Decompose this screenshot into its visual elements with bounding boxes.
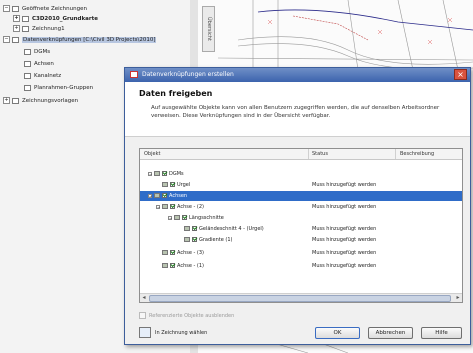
row-checkbox[interactable]	[170, 263, 175, 268]
alignment-icon	[162, 250, 168, 255]
profile-icon	[174, 215, 180, 220]
row-checkbox[interactable]	[170, 182, 175, 187]
row-status: Muss hinzugefügt werden	[312, 250, 377, 256]
row-name: Geländeschnitt 4 - (Urgel)	[199, 226, 264, 232]
pipe-network-icon	[24, 72, 31, 79]
tree-item-view-frame-groups[interactable]: Planrahmen-Gruppen	[24, 83, 93, 93]
tree-item-data-shortcuts[interactable]: − Datenverknüpfungen [C:\Civil 3D Project…	[3, 35, 157, 45]
cancel-button[interactable]: Abbrechen	[368, 327, 413, 339]
hide-referenced-checkbox[interactable]	[139, 312, 146, 319]
hide-referenced-label: Referenzierte Objekte ausblenden	[149, 313, 235, 319]
collapse-icon[interactable]: −	[3, 5, 10, 12]
row-name: Achse - (1)	[177, 263, 204, 269]
alignment-icon	[154, 193, 160, 198]
column-separator[interactable]	[308, 149, 309, 159]
surface-icon	[154, 171, 160, 176]
row-checkbox[interactable]	[162, 193, 167, 198]
dialog-titlebar[interactable]: Datenverknüpfungen erstellen ×	[125, 68, 470, 82]
grid-row[interactable]: Urgel Muss hinzugefügt werden	[140, 180, 462, 190]
hide-referenced-objects-option[interactable]: Referenzierte Objekte ausblenden	[139, 312, 234, 319]
help-button[interactable]: Hilfe	[421, 327, 462, 339]
row-checkbox[interactable]	[192, 237, 197, 242]
row-checkbox[interactable]	[192, 226, 197, 231]
grid-row[interactable]: − DGMs	[140, 169, 462, 179]
row-name: Achse - (3)	[177, 250, 204, 256]
tree-item-drawing-grundkarte[interactable]: + C3D2010_Grundkarte	[13, 14, 98, 24]
row-name: Achse - (2)	[177, 204, 204, 210]
tree-item-drawing1[interactable]: + Zeichnung1	[13, 24, 65, 34]
alignment-icon	[162, 204, 168, 209]
row-name: Achsen	[169, 193, 188, 199]
row-checkbox[interactable]	[162, 171, 167, 176]
expand-icon[interactable]: +	[3, 97, 10, 104]
column-separator[interactable]	[395, 149, 396, 159]
column-header-status[interactable]: Status	[312, 149, 328, 159]
dialog-header: Daten freigeben Auf ausgewählte Objekte …	[125, 82, 470, 137]
data-shortcuts-icon	[12, 36, 19, 43]
select-in-drawing-label: In Zeichnung wählen	[155, 330, 208, 336]
tree-item-surfaces[interactable]: DGMs	[24, 47, 50, 57]
row-checkbox[interactable]	[170, 204, 175, 209]
row-name: Längsschnitte	[189, 215, 224, 221]
scroll-left-icon[interactable]: ◂	[140, 294, 148, 302]
close-icon: ×	[457, 70, 464, 79]
row-status: Muss hinzugefügt werden	[312, 226, 377, 232]
tree-item-alignments[interactable]: Achsen	[24, 59, 54, 69]
alignment-icon	[162, 263, 168, 268]
column-header-description[interactable]: Beschreibung	[400, 149, 434, 159]
grid-row-selected[interactable]: − Achsen	[140, 191, 462, 201]
create-data-shortcuts-dialog: Datenverknüpfungen erstellen × Daten fre…	[124, 67, 471, 345]
collapse-icon[interactable]: −	[3, 36, 10, 43]
close-button[interactable]: ×	[454, 69, 467, 80]
profile-icon	[184, 226, 190, 231]
drawing-icon	[22, 15, 29, 22]
alignment-icon	[24, 60, 31, 67]
column-header-object[interactable]: Objekt	[144, 149, 160, 159]
row-name: Gradiente (1)	[199, 237, 233, 243]
drawing-icon	[22, 25, 29, 32]
grid-row[interactable]: Geländeschnitt 4 - (Urgel) Muss hinzugef…	[140, 224, 462, 234]
objects-grid: Objekt Status Beschreibung − DGMs Urgel M…	[139, 148, 463, 303]
expand-icon[interactable]: +	[13, 25, 20, 32]
template-icon	[12, 97, 19, 104]
view-frame-icon	[24, 84, 31, 91]
grid-row[interactable]: − Achse - (2) Muss hinzugefügt werden	[140, 202, 462, 212]
tree-item-pipe-network[interactable]: Kanalnetz	[24, 71, 61, 81]
tree-item-open-drawings[interactable]: − Geöffnete Zeichnungen	[3, 4, 87, 14]
surface-icon	[24, 48, 31, 55]
row-name: DGMs	[169, 171, 184, 177]
collapse-icon[interactable]: −	[148, 193, 152, 198]
collapse-icon[interactable]: −	[148, 171, 152, 176]
scrollbar-thumb[interactable]	[149, 295, 451, 302]
dialog-description: Auf ausgewählte Objekte kann von allen B…	[151, 105, 440, 119]
select-in-drawing-icon	[139, 327, 151, 338]
drawing-side-tab[interactable]: Übersicht	[202, 6, 215, 52]
dialog-heading: Daten freigeben	[139, 89, 213, 98]
row-name: Urgel	[177, 182, 191, 188]
row-status: Muss hinzugefügt werden	[312, 237, 377, 243]
select-in-drawing-button[interactable]: In Zeichnung wählen	[139, 327, 207, 338]
collapse-icon[interactable]: −	[156, 204, 160, 209]
scroll-right-icon[interactable]: ▸	[454, 294, 462, 302]
grid-row[interactable]: Achse - (1) Muss hinzugefügt werden	[140, 261, 462, 271]
profile-icon	[184, 237, 190, 242]
collapse-icon[interactable]: −	[168, 215, 172, 220]
expand-icon[interactable]: +	[13, 15, 20, 22]
app-icon	[130, 71, 138, 78]
row-checkbox[interactable]	[182, 215, 187, 220]
grid-row[interactable]: Gradiente (1) Muss hinzugefügt werden	[140, 235, 462, 245]
row-status: Muss hinzugefügt werden	[312, 182, 377, 188]
grid-row[interactable]: Achse - (3) Muss hinzugefügt werden	[140, 248, 462, 258]
row-status: Muss hinzugefügt werden	[312, 204, 377, 210]
ok-button[interactable]: OK	[315, 327, 360, 339]
surface-icon	[162, 182, 168, 187]
row-checkbox[interactable]	[170, 250, 175, 255]
row-status: Muss hinzugefügt werden	[312, 263, 377, 269]
dialog-title: Datenverknüpfungen erstellen	[142, 71, 234, 78]
grid-horizontal-scrollbar[interactable]: ◂ ▸	[140, 293, 462, 302]
grid-row[interactable]: − Längsschnitte	[140, 213, 462, 223]
grid-header: Objekt Status Beschreibung	[140, 149, 462, 160]
folder-icon	[12, 5, 19, 12]
tree-item-drawing-templates[interactable]: + Zeichnungsvorlagen	[3, 96, 78, 106]
